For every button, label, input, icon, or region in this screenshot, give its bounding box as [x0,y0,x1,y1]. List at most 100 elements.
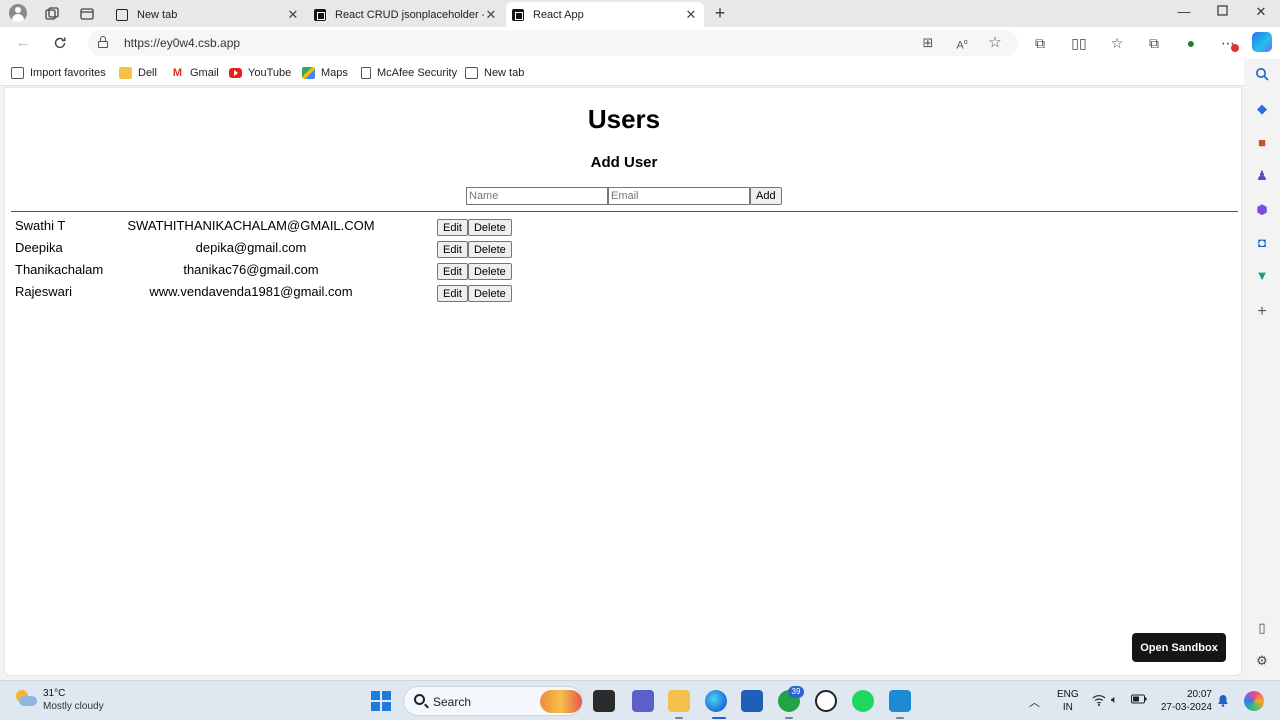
read-aloud-icon[interactable]: Aɑ [952,33,972,53]
favorite-gmail[interactable]: M Gmail [171,65,219,80]
teams-icon[interactable] [632,690,654,712]
whatsapp-unread-badge: 39 [788,686,804,698]
wifi-icon[interactable] [1092,694,1106,709]
favorite-dell[interactable]: Dell [119,65,157,80]
taskbar-search[interactable]: Search [403,686,583,716]
add-user-heading: Add User [590,154,658,171]
copilot-icon[interactable] [1252,32,1272,52]
notifications-bell-icon[interactable] [1217,694,1229,710]
newtab-icon [116,8,128,21]
microsoft-365-icon[interactable]: ⬢ [1253,201,1271,219]
favorite-label: Import favorites [30,66,106,79]
minimize-icon[interactable]: — [1174,4,1194,19]
search-icon[interactable] [1253,67,1271,85]
user-name: Thanikachalam [15,262,104,277]
open-sandbox-button[interactable]: Open Sandbox [1132,633,1226,662]
delete-button[interactable]: Delete [467,219,512,236]
tab-label: React App [533,8,584,21]
games-icon[interactable]: ♟ [1253,167,1271,185]
edit-button[interactable]: Edit [437,263,468,280]
profile-icon[interactable] [9,4,27,22]
address-bar[interactable]: https://ey0w4.csb.app ⊞ Aɑ ☆ [88,30,1018,56]
tools-briefcase-icon[interactable]: ■ [1253,134,1271,152]
user-email: depika@gmail.com [195,240,307,255]
dell-icon[interactable] [815,690,837,712]
battery-icon[interactable] [1131,694,1147,707]
favorite-mcafee[interactable]: McAfee Security [361,65,457,80]
add-user-form: Add [466,187,782,205]
language-indicator[interactable]: ENG IN [1057,688,1079,714]
tab-label: New tab [137,8,178,21]
volume-muted-icon[interactable]: 🔈︎ [1111,694,1118,707]
close-icon[interactable]: ✕ [484,7,498,23]
edge-browser-icon[interactable] [705,690,727,712]
favorite-youtube[interactable]: YouTube [229,65,291,80]
settings-gear-icon[interactable]: ⚙ [1253,652,1271,670]
lock-icon[interactable] [98,36,108,48]
close-icon[interactable]: ✕ [286,7,300,23]
app-available-icon[interactable]: ⊞ [918,33,938,53]
extensions-icon[interactable]: ⧉ [1030,33,1050,53]
favorite-import[interactable]: Import favorites [11,65,106,80]
active-indicator [712,717,726,719]
spotify-icon[interactable] [852,690,874,712]
tab-actions-icon[interactable] [77,4,97,24]
favorite-new-tab[interactable]: New tab [465,65,524,80]
drop-icon[interactable]: ▼ [1253,267,1271,285]
window-close-icon[interactable]: ✕ [1251,4,1271,20]
show-hidden-icons-icon[interactable]: ︿ [1029,694,1040,710]
user-email: thanikac76@gmail.com [183,262,319,277]
favorite-maps[interactable]: Maps [302,65,348,80]
delete-button[interactable]: Delete [467,263,512,280]
copilot-taskbar-icon[interactable] [1244,691,1264,711]
clock-time: 20:07 [1186,689,1212,700]
add-sidebar-app-icon[interactable]: + [1253,303,1271,321]
codesandbox-icon [314,8,326,21]
url-text[interactable]: https://ey0w4.csb.app [124,36,240,50]
favorites-icon[interactable]: ☆ [1107,33,1127,53]
system-clock[interactable]: 20:07 27-03-2024 [1160,688,1212,714]
delete-button[interactable]: Delete [467,241,512,258]
close-icon[interactable]: ✕ [684,7,698,23]
favorite-label: Gmail [190,66,219,79]
delete-button[interactable]: Delete [467,285,512,302]
tab-label: React CRUD jsonplaceholder - Co [335,8,484,21]
file-explorer-icon[interactable] [668,690,690,712]
microsoft-store-icon[interactable] [741,690,763,712]
favorite-star-icon[interactable]: ☆ [985,33,1005,53]
user-row: Swathi T SWATHITHANIKACHALAM@GMAIL.COM E… [5,218,705,240]
tab-strip: New tab ✕ React CRUD jsonplaceholder - C… [0,0,1280,27]
new-tab-button[interactable]: + [710,3,730,24]
vscode-icon[interactable] [889,690,911,712]
tab-new-tab[interactable]: New tab ✕ [110,2,306,27]
tab-react-crud[interactable]: React CRUD jsonplaceholder - Co ✕ [308,2,504,27]
workspaces-icon[interactable] [42,4,62,24]
email-input[interactable] [608,187,750,205]
edit-button[interactable]: Edit [437,285,468,302]
back-icon[interactable]: ← [13,33,33,53]
edge-sidebar: ◆ ■ ♟ ⬢ ◘ ▼ + ▯ ⚙ [1244,59,1280,679]
split-screen-icon[interactable]: ▯▯ [1069,33,1089,53]
favorite-label: Maps [321,66,348,79]
running-indicator [785,717,793,719]
tab-react-app[interactable]: React App ✕ [506,2,704,27]
user-name: Deepika [15,240,63,255]
outlook-icon[interactable]: ◘ [1253,234,1271,252]
weather-condition[interactable]: Mostly cloudy [43,701,104,712]
document-icon [361,66,371,79]
task-view-icon[interactable] [593,690,615,712]
lang-region: IN [1062,702,1073,713]
sidebar-panel-icon[interactable]: ▯ [1253,619,1271,637]
windows-start-icon[interactable] [371,691,391,711]
maximize-icon[interactable] [1212,4,1232,19]
add-button[interactable]: Add [750,187,782,205]
name-input[interactable] [466,187,608,205]
edit-button[interactable]: Edit [437,241,468,258]
edit-button[interactable]: Edit [437,219,468,236]
extension-green-icon[interactable]: ● [1181,33,1201,53]
refresh-icon[interactable] [50,33,70,53]
shopping-tag-icon[interactable]: ◆ [1253,100,1271,118]
collections-icon[interactable]: ⧉ [1144,33,1164,53]
weather-cloudy-icon[interactable] [14,689,38,709]
weather-temp[interactable]: 31°C [43,688,65,699]
